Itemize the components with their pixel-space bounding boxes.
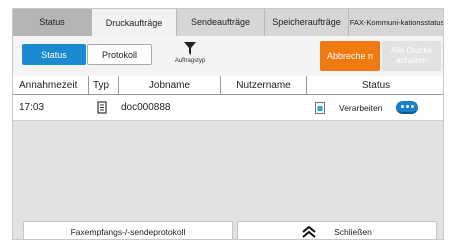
tab-fax-status[interactable]: FAX-Kommuni-kationsstatus (349, 9, 443, 36)
fax-log-button[interactable]: Faxempfangs-/-sendeprotokoll (23, 221, 233, 239)
filter-icon (184, 42, 196, 55)
tab-storage-jobs[interactable]: Speicheraufträge (265, 9, 349, 36)
processing-document-icon (315, 101, 325, 114)
more-details-icon[interactable] (396, 101, 419, 114)
tab-bar: Status Druckaufträge Sendeaufträge Speic… (13, 9, 443, 37)
cell-time: 17:03 (19, 102, 45, 113)
tab-status[interactable]: Status (13, 9, 92, 36)
status-text: Verarbeiten (339, 102, 383, 113)
cell-username (221, 95, 307, 121)
column-header-status[interactable]: Status (307, 76, 443, 94)
cell-jobname: doc000888 (121, 102, 171, 113)
column-header-time[interactable]: Annahmezeit (13, 76, 89, 94)
protocol-view-button[interactable]: Protokoll (87, 44, 152, 65)
job-status-window: Status Druckaufträge Sendeaufträge Speic… (12, 8, 444, 240)
empty-list-area (13, 121, 443, 221)
cell-type (89, 95, 119, 121)
cell-status: Verarbeiten (307, 95, 443, 121)
column-header-jobname[interactable]: Jobname (119, 76, 221, 94)
filter-label: Auftragstyp (174, 58, 206, 64)
toolbar: Status Protokoll Auftragstyp Abbreche n … (13, 36, 443, 76)
table-header: Annahmezeit Typ Jobname Nutzername Statu… (13, 76, 443, 95)
hold-all-prints-button[interactable]: Alle Drucke anhalten (382, 41, 441, 71)
bottom-bar: Faxempfangs-/-sendeprotokoll Schließen (13, 221, 443, 239)
print-document-icon (97, 101, 107, 114)
column-header-username[interactable]: Nutzername (221, 76, 307, 94)
tab-print-jobs[interactable]: Druckaufträge (92, 9, 177, 37)
close-button[interactable]: Schließen (237, 221, 437, 239)
tab-send-jobs[interactable]: Sendeaufträge (177, 9, 265, 36)
close-label: Schließen (334, 227, 372, 237)
table-row[interactable]: 17:03 doc000888 Verarbeiten (13, 95, 443, 121)
double-chevron-up-icon (302, 226, 316, 238)
status-view-button[interactable]: Status (22, 44, 86, 65)
job-type-filter-button[interactable]: Auftragstyp (155, 42, 225, 72)
cancel-button[interactable]: Abbreche n (320, 41, 380, 71)
column-header-type[interactable]: Typ (89, 76, 119, 94)
